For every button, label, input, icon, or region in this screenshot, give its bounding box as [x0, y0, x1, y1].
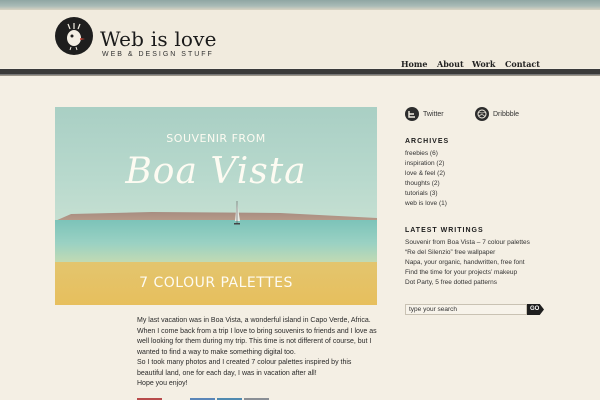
top-decorative-band: [0, 0, 600, 10]
search-go-button[interactable]: GO: [527, 304, 544, 315]
hero-title-script: Boa Vista: [125, 151, 307, 192]
post-body: My last vacation was in Boa Vista, a won…: [137, 316, 379, 390]
archives-list: freebies (6) inspiration (2) love & feel…: [405, 149, 447, 209]
twitter-link[interactable]: Twitter: [405, 107, 465, 123]
logo-bird-icon[interactable]: [55, 17, 93, 55]
latest-post-link[interactable]: Dot Party, 5 free dotted patterns: [405, 278, 530, 288]
nav-about[interactable]: About: [437, 59, 464, 69]
archive-link[interactable]: freebies (6): [405, 149, 447, 159]
search-input[interactable]: type your search: [405, 304, 527, 315]
nav-contact[interactable]: Contact: [505, 59, 540, 69]
nav-divider-thin: [0, 75, 600, 76]
site-tagline: WEB & DESIGN STUFF: [102, 51, 214, 58]
dribbble-label: Dribbble: [493, 111, 520, 118]
hero-sea: [55, 220, 377, 266]
archives-heading: ARCHIVES: [405, 138, 450, 145]
latest-post-link[interactable]: Napa, your organic, handwritten, free fo…: [405, 258, 530, 268]
latest-writings-heading: LATEST WRITINGS: [405, 227, 484, 234]
hero-subtitle: 7 COLOUR PALETTES: [139, 275, 293, 291]
site-title[interactable]: Web is love: [100, 27, 217, 51]
windsurfer-figure: [234, 201, 240, 225]
nav-work[interactable]: Work: [472, 59, 495, 69]
latest-post-link[interactable]: “Re del Silenzio” free wallpaper: [405, 248, 530, 258]
post-paragraph: My last vacation was in Boa Vista, a won…: [137, 317, 377, 356]
dribbble-icon: [475, 107, 489, 121]
post-paragraph: Hope you enjoy!: [137, 380, 188, 387]
post-paragraph: So I took many photos and I created 7 co…: [137, 359, 352, 377]
archive-link[interactable]: web is love (1): [405, 199, 447, 209]
dribbble-link[interactable]: Dribbble: [475, 107, 535, 123]
nav-divider: [0, 69, 600, 74]
latest-writings-list: Souvenir from Boa Vista – 7 colour palet…: [405, 238, 530, 288]
post-hero-image[interactable]: SOUVENIR FROM Boa Vista 7 COLOUR PALETTE…: [55, 107, 377, 305]
archive-link[interactable]: inspiration (2): [405, 159, 447, 169]
latest-post-link[interactable]: Souvenir from Boa Vista – 7 colour palet…: [405, 238, 530, 248]
archive-link[interactable]: tutorials (3): [405, 189, 447, 199]
twitter-label: Twitter: [423, 111, 444, 118]
hero-title-small: SOUVENIR FROM: [166, 132, 266, 145]
archive-link[interactable]: thoughts (2): [405, 179, 447, 189]
nav-home[interactable]: Home: [401, 59, 427, 69]
archive-link[interactable]: love & feel (2): [405, 169, 447, 179]
latest-post-link[interactable]: Find the time for your projects’ makeup: [405, 268, 530, 278]
twitter-icon: [405, 107, 419, 121]
